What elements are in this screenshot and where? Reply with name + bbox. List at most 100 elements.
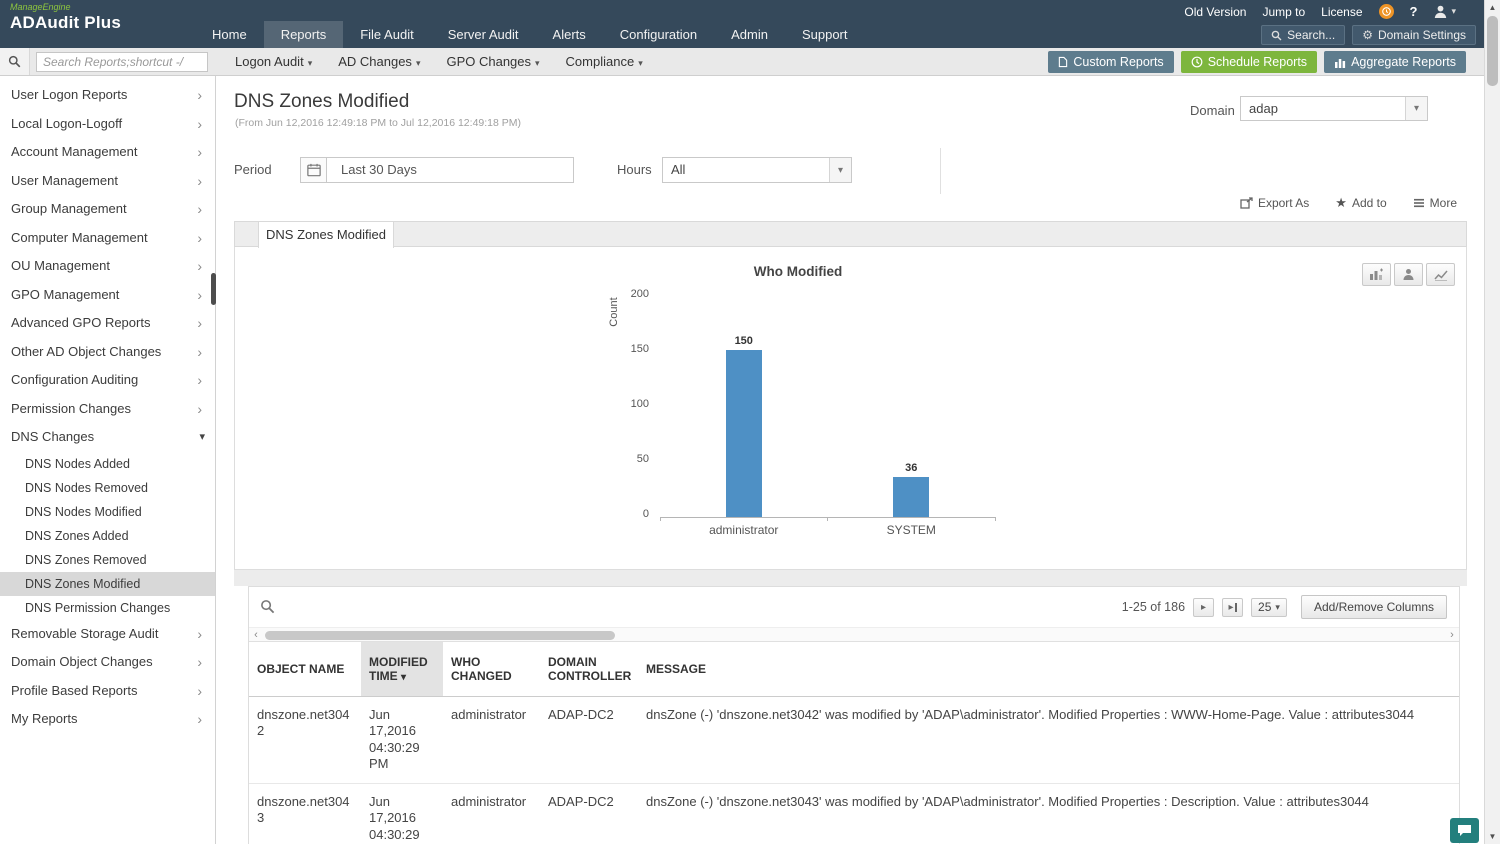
nav-item-support[interactable]: Support [785, 21, 865, 48]
cell-modified-time: Jun 17,2016 04:30:29 [361, 783, 443, 844]
sidebar-item-dns-nodes-removed[interactable]: DNS Nodes Removed [0, 476, 215, 500]
next-page-button[interactable]: ▸ [1193, 597, 1215, 617]
custom-reports-button[interactable]: Custom Reports [1048, 51, 1174, 73]
nav-item-server-audit[interactable]: Server Audit [431, 21, 536, 48]
sidebar-item-configuration-auditing[interactable]: Configuration Auditing › [0, 366, 215, 395]
nav-item-reports[interactable]: Reports [263, 21, 344, 48]
cell-modified-time: Jun 17,2016 04:30:29 PM [361, 696, 443, 784]
chart-tools [1362, 263, 1455, 286]
chevron-down-icon: ▾ [199, 431, 205, 443]
sidebar-collapse-handle[interactable] [211, 273, 216, 305]
sidebar-search-button[interactable] [0, 48, 30, 75]
menu-logon-audit[interactable]: Logon Audit ▾ [222, 48, 325, 75]
sidebar-item-dns-zones-modified[interactable]: DNS Zones Modified [0, 571, 215, 596]
vertical-scroll-thumb[interactable] [1487, 16, 1498, 86]
bar-chart-view-button[interactable] [1362, 263, 1391, 286]
domain-select[interactable]: adap ▾ [1240, 96, 1428, 121]
sidebar-item-gpo-management[interactable]: GPO Management › [0, 281, 215, 310]
scroll-up-arrow[interactable]: ▲ [1485, 0, 1500, 15]
nav-item-admin[interactable]: Admin [714, 21, 785, 48]
aggregate-reports-button[interactable]: Aggregate Reports [1324, 51, 1466, 73]
sidebar-item-group-management[interactable]: Group Management › [0, 195, 215, 224]
feedback-chat-button[interactable] [1450, 818, 1479, 843]
sidebar-item-removable-storage-audit[interactable]: Removable Storage Audit › [0, 620, 215, 649]
chevron-down-icon: ▾ [415, 58, 421, 68]
help-icon[interactable]: ? [1410, 4, 1418, 19]
more-button[interactable]: More [1413, 196, 1457, 210]
product-name: ADAudit Plus [10, 12, 122, 32]
nav-item-alerts[interactable]: Alerts [536, 21, 603, 48]
domain-settings-button[interactable]: ⚙ Domain Settings [1352, 25, 1476, 45]
schedule-reports-button[interactable]: Schedule Reports [1180, 51, 1318, 73]
user-menu[interactable]: ▾ [1433, 4, 1456, 19]
sidebar-item-domain-object-changes[interactable]: Domain Object Changes › [0, 648, 215, 677]
nav-item-configuration[interactable]: Configuration [603, 21, 714, 48]
sidebar-item-user-logon-reports[interactable]: User Logon Reports › [0, 81, 215, 110]
sidebar-item-dns-permission-changes[interactable]: DNS Permission Changes [0, 596, 215, 620]
add-remove-columns-button[interactable]: Add/Remove Columns [1300, 595, 1447, 619]
column-header-message[interactable]: MESSAGE [638, 642, 1459, 697]
report-search-input[interactable] [36, 52, 208, 72]
column-header-modified-time[interactable]: MODIFIED TIME ▾ [361, 642, 443, 697]
line-chart-view-button[interactable] [1426, 263, 1455, 286]
sidebar-item-local-logon-logoff[interactable]: Local Logon-Logoff › [0, 110, 215, 139]
column-header-who-changed[interactable]: WHO CHANGED [443, 642, 540, 697]
bar-administrator[interactable] [725, 350, 762, 517]
bar-chart: 150 36 [660, 295, 995, 517]
reports-toolbar: Logon Audit▾ AD Changes▾ GPO Changes▾ Co… [0, 48, 1500, 76]
page-size-select[interactable]: 25 ▾ [1251, 597, 1287, 617]
sidebar-item-ou-management[interactable]: OU Management › [0, 252, 215, 281]
chart-y-ticks: 200 150 100 50 0 [615, 288, 653, 528]
sidebar-item-user-management[interactable]: User Management › [0, 167, 215, 196]
sidebar-item-my-reports[interactable]: My Reports › [0, 705, 215, 734]
report-table: OBJECT NAME MODIFIED TIME ▾ WHO CHANGED … [249, 642, 1459, 844]
alarm-icon[interactable] [1378, 4, 1394, 19]
nav-item-file-audit[interactable]: File Audit [343, 21, 430, 48]
hours-select[interactable]: All ▾ [662, 157, 852, 183]
star-icon: ★ [1335, 195, 1347, 210]
user-summary-view-button[interactable] [1394, 263, 1423, 286]
sidebar-item-dns-changes[interactable]: DNS Changes ▾ [0, 423, 215, 452]
sidebar-item-profile-based-reports[interactable]: Profile Based Reports › [0, 677, 215, 706]
table-row[interactable]: dnszone.net3042 Jun 17,2016 04:30:29 PM … [249, 696, 1459, 784]
nav-item-home[interactable]: Home [195, 21, 264, 48]
app-logo[interactable]: ManageEngine ADAudit Plus [10, 2, 122, 33]
sidebar-item-computer-management[interactable]: Computer Management › [0, 224, 215, 253]
menu-ad-changes[interactable]: AD Changes ▾ [325, 48, 433, 75]
column-header-object-name[interactable]: OBJECT NAME [249, 642, 361, 697]
scroll-left-arrow[interactable]: ‹ [249, 628, 263, 641]
table-row[interactable]: dnszone.net3043 Jun 17,2016 04:30:29 adm… [249, 783, 1459, 844]
sidebar-item-dns-nodes-modified[interactable]: DNS Nodes Modified [0, 500, 215, 524]
export-as-button[interactable]: Export As [1240, 196, 1309, 210]
sidebar-item-dns-nodes-added[interactable]: DNS Nodes Added [0, 452, 215, 476]
sidebar-item-other-ad-object-changes[interactable]: Other AD Object Changes › [0, 338, 215, 367]
license-link[interactable]: License [1321, 5, 1362, 19]
horizontal-scroll-thumb[interactable] [265, 630, 615, 640]
menu-compliance[interactable]: Compliance ▾ [553, 48, 656, 75]
period-input[interactable]: Last 30 Days [327, 157, 574, 183]
chevron-down-icon: ▾ [638, 58, 643, 68]
bar-system[interactable] [893, 477, 930, 517]
more-icon [1413, 198, 1424, 208]
sidebar-item-dns-zones-removed[interactable]: DNS Zones Removed [0, 548, 215, 572]
sidebar-item-account-management[interactable]: Account Management › [0, 138, 215, 167]
jump-to-link[interactable]: Jump to [1262, 5, 1305, 19]
sidebar-item-permission-changes[interactable]: Permission Changes › [0, 395, 215, 424]
chart-title: Who Modified [753, 264, 843, 279]
scroll-right-arrow[interactable]: › [1445, 628, 1459, 641]
search-button[interactable]: Search... [1261, 25, 1346, 45]
top-bar: ManageEngine ADAudit Plus Home Reports F… [0, 0, 1500, 48]
menu-gpo-changes[interactable]: GPO Changes ▾ [433, 48, 552, 75]
old-version-link[interactable]: Old Version [1184, 5, 1246, 19]
scroll-down-arrow[interactable]: ▼ [1485, 829, 1500, 844]
table-search-button[interactable] [260, 599, 275, 619]
table-horizontal-scrollbar: ‹ › [249, 627, 1459, 642]
column-header-domain-controller[interactable]: DOMAIN CONTROLLER [540, 642, 638, 697]
sidebar-item-advanced-gpo-reports[interactable]: Advanced GPO Reports › [0, 309, 215, 338]
tab-dns-zones-modified[interactable]: DNS Zones Modified [258, 221, 394, 248]
sidebar-item-dns-zones-added[interactable]: DNS Zones Added [0, 524, 215, 548]
chevron-right-icon: › [197, 286, 202, 303]
calendar-button[interactable] [300, 157, 327, 183]
add-to-button[interactable]: ★ Add to [1335, 195, 1386, 211]
last-page-button[interactable]: ▸ [1222, 597, 1244, 617]
